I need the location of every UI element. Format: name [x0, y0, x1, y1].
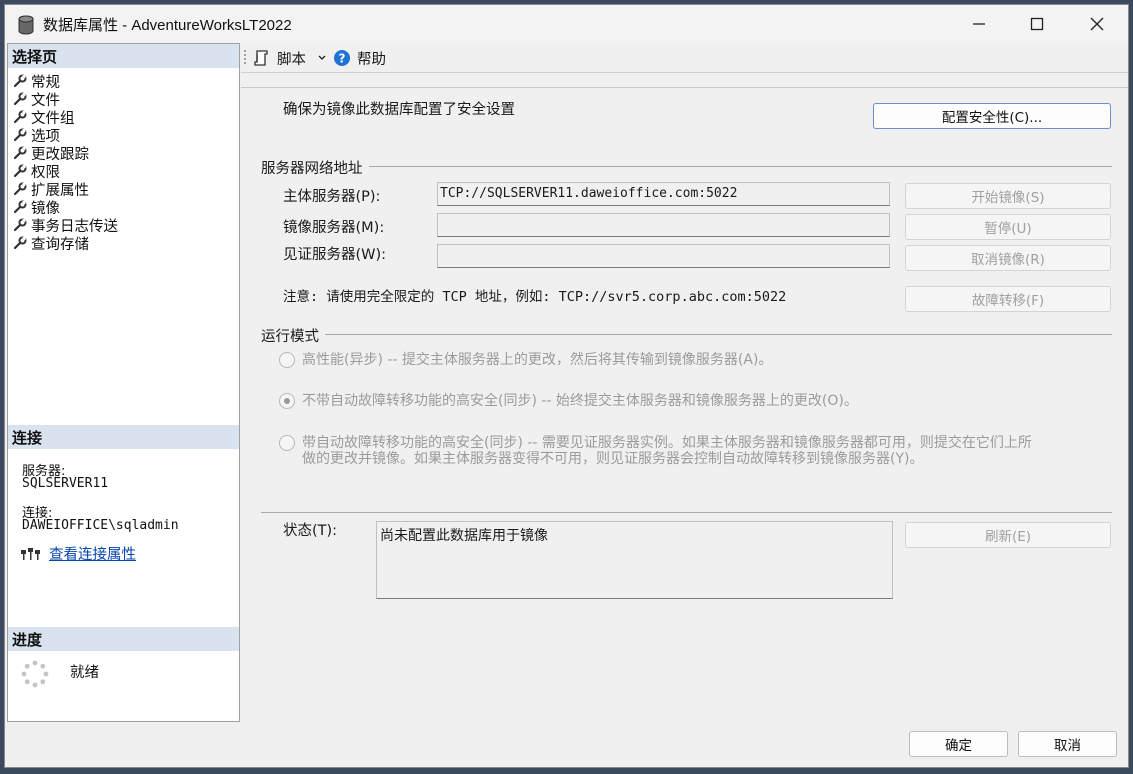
title-bar: 数据库属性 - AdventureWorksLT2022 [5, 5, 1128, 43]
maximize-icon [1030, 17, 1044, 31]
page-item[interactable]: 镜像 [13, 198, 60, 217]
svg-text:?: ? [339, 52, 346, 66]
high-safety-no-failover-label: 不带自动故障转移功能的高安全(同步) -- 始终提交主体服务器和镜像服务器上的更… [302, 393, 858, 409]
ok-button[interactable]: 确定 [909, 731, 1008, 757]
witness-server-input[interactable] [437, 244, 890, 268]
chevron-down-icon [318, 55, 326, 60]
wrench-icon [13, 128, 27, 142]
connection-value: DAWEIOFFICE\sqladmin [22, 518, 179, 533]
high-safety-failover-radio[interactable] [279, 435, 295, 451]
close-icon [1090, 17, 1104, 31]
status-separator [261, 512, 1112, 513]
cancel-button[interactable]: 取消 [1018, 731, 1117, 757]
window-title: 数据库属性 - AdventureWorksLT2022 [43, 17, 292, 34]
mirror-label: 镜像服务器(M): [283, 220, 385, 236]
refresh-button[interactable]: 刷新(E) [905, 522, 1111, 548]
left-pane: 选择页 常规 文件 文件组 选项 更改跟踪 权限 扩展属性 镜像 事务日志传送 查询存储 连接 服… [7, 43, 240, 722]
script-label: 脚本 [277, 51, 306, 68]
network-group-title: 服务器网络地址 [261, 157, 369, 178]
pause-button[interactable]: 暂停(U) [905, 214, 1111, 240]
toolbar: 脚本 ? 帮助 [241, 43, 1128, 73]
progress-header: 进度 [8, 627, 239, 651]
page-item[interactable]: 更改跟踪 [13, 144, 89, 163]
status-label: 状态(T): [283, 523, 338, 539]
wrench-icon [13, 92, 27, 106]
security-note: 确保为镜像此数据库配置了安全设置 [283, 102, 515, 118]
status-box: 尚未配置此数据库用于镜像 [376, 521, 893, 599]
wrench-icon [13, 236, 27, 250]
script-button[interactable]: 脚本 [253, 47, 326, 69]
mirror-server-input[interactable] [437, 213, 890, 237]
server-value: SQLSERVER11 [22, 476, 109, 491]
operating-mode-line [261, 334, 1112, 335]
wrench-icon [13, 200, 27, 214]
page-item[interactable]: 选项 [13, 126, 60, 145]
wrench-icon [13, 182, 27, 196]
view-connection-row: 查看连接属性 [20, 543, 136, 564]
help-label: 帮助 [357, 51, 386, 68]
database-properties-window: 数据库属性 - AdventureWorksLT2022 选择页 常规 文件 文件组… [4, 4, 1129, 768]
principal-server-input[interactable]: TCP://SQLSERVER11.daweioffice.com:5022 [437, 182, 890, 206]
high-safety-no-failover-radio[interactable] [279, 393, 295, 409]
address-note: 注意: 请使用完全限定的 TCP 地址，例如: TCP://svr5.corp.… [283, 289, 787, 305]
maximize-button[interactable] [1008, 5, 1066, 43]
high-performance-radio[interactable] [279, 352, 295, 368]
connection-properties-icon [21, 547, 40, 560]
page-item[interactable]: 事务日志传送 [13, 216, 118, 235]
remove-mirroring-button[interactable]: 取消镜像(R) [905, 245, 1111, 271]
page-item[interactable]: 文件组 [13, 108, 75, 127]
close-button[interactable] [1068, 5, 1126, 43]
start-mirroring-button[interactable]: 开始镜像(S) [905, 183, 1111, 209]
high-performance-label: 高性能(异步) -- 提交主体服务器上的更改，然后将其传输到镜像服务器(A)。 [302, 352, 773, 368]
page-item[interactable]: 扩展属性 [13, 180, 89, 199]
page-item[interactable]: 权限 [13, 162, 60, 181]
progress-spinner-icon [21, 660, 49, 688]
select-page-header: 选择页 [8, 44, 239, 68]
script-icon [254, 50, 268, 66]
minimize-icon [973, 23, 985, 25]
view-connection-properties-link[interactable]: 查看连接属性 [49, 543, 136, 564]
page-item-label: 查询存储 [31, 236, 89, 253]
principal-label: 主体服务器(P): [283, 189, 381, 205]
wrench-icon [13, 74, 27, 88]
toolbar-grip-icon [244, 50, 246, 64]
mirroring-page: 确保为镜像此数据库配置了安全设置 配置安全性(C)... 服务器网络地址 主体服… [241, 87, 1128, 727]
high-safety-failover-label-line1: 带自动故障转移功能的高安全(同步) -- 需要见证服务器实例。如果主体服务器和镜… [302, 435, 1032, 451]
page-item[interactable]: 常规 [13, 72, 60, 91]
progress-status: 就绪 [70, 665, 99, 681]
connection-header: 连接 [8, 425, 239, 449]
operating-mode-title: 运行模式 [261, 325, 325, 346]
wrench-icon [13, 110, 27, 124]
network-group-line [261, 166, 1112, 167]
wrench-icon [13, 218, 27, 232]
minimize-button[interactable] [950, 5, 1008, 43]
high-safety-failover-label-line2: 做的更改并镜像。如果主体服务器变得不可用，则见证服务器会控制自动故障转移到镜像服… [302, 451, 924, 467]
page-item[interactable]: 文件 [13, 90, 60, 109]
failover-button[interactable]: 故障转移(F) [905, 286, 1111, 312]
witness-label: 见证服务器(W): [283, 247, 387, 263]
wrench-icon [13, 164, 27, 178]
database-icon [18, 15, 34, 35]
page-item[interactable]: 查询存储 [13, 234, 89, 253]
help-icon: ? [334, 50, 350, 66]
help-button[interactable]: ? 帮助 [333, 47, 386, 69]
configure-security-button[interactable]: 配置安全性(C)... [873, 103, 1111, 129]
wrench-icon [13, 146, 27, 160]
